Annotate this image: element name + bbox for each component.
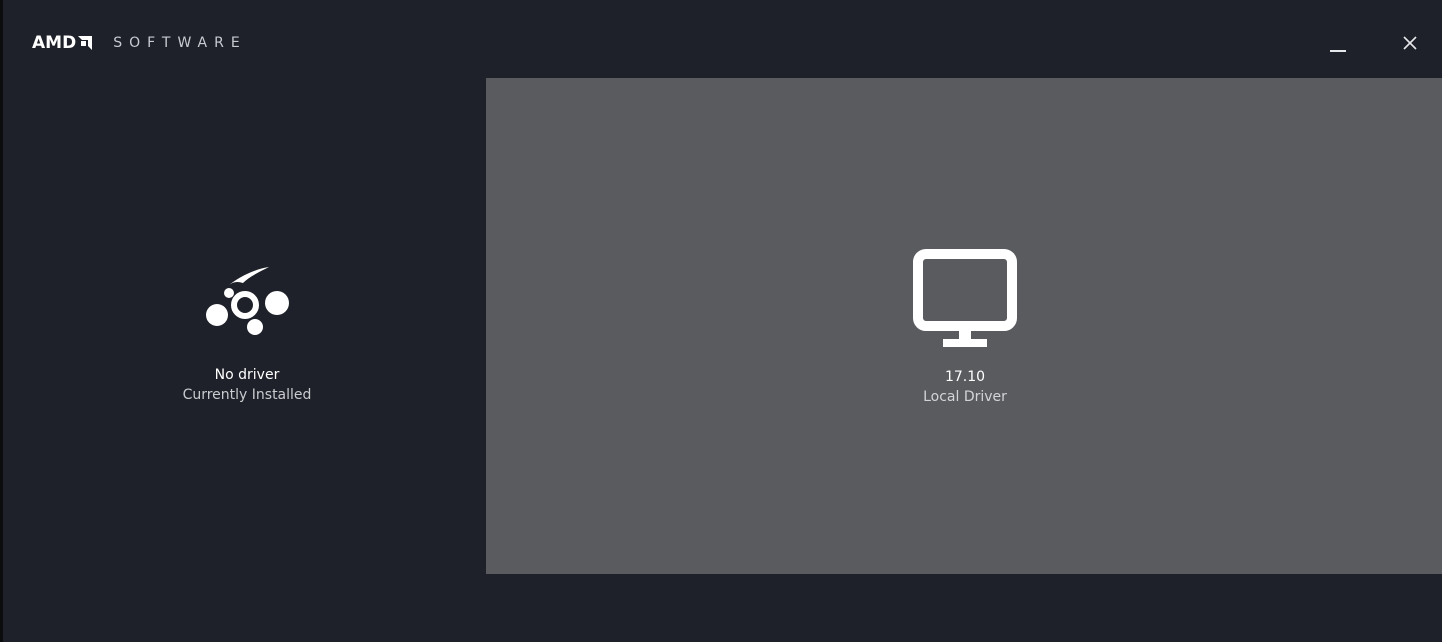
close-icon: [1403, 36, 1417, 50]
amd-arrow-icon: [78, 36, 93, 50]
close-button[interactable]: [1395, 28, 1425, 58]
local-driver-version: 17.10: [944, 369, 986, 385]
amd-logo-text: AMD: [32, 33, 77, 53]
installed-status: No driver Currently Installed: [143, 365, 351, 405]
minimize-icon: [1330, 50, 1346, 52]
title-bar[interactable]: AMD SOFTWARE: [3, 0, 1442, 78]
amd-logo: AMD: [32, 33, 93, 53]
local-driver-label: Local Driver: [923, 389, 1007, 405]
monitor-icon: [913, 249, 1017, 347]
no-driver-icon: [206, 267, 289, 335]
installed-driver-title: No driver: [214, 367, 280, 383]
local-driver-panel[interactable]: 17.10 Local Driver: [486, 78, 1442, 574]
installed-driver-panel: No driver Currently Installed: [3, 78, 486, 642]
minimize-button[interactable]: [1323, 28, 1353, 58]
local-driver-status: 17.10 Local Driver: [861, 367, 1069, 407]
product-name: SOFTWARE: [113, 35, 247, 51]
brand: AMD SOFTWARE: [32, 33, 247, 53]
amd-installer-window: AMD SOFTWARE No driver Currently Install…: [0, 0, 1442, 642]
installed-driver-subtitle: Currently Installed: [182, 387, 312, 403]
